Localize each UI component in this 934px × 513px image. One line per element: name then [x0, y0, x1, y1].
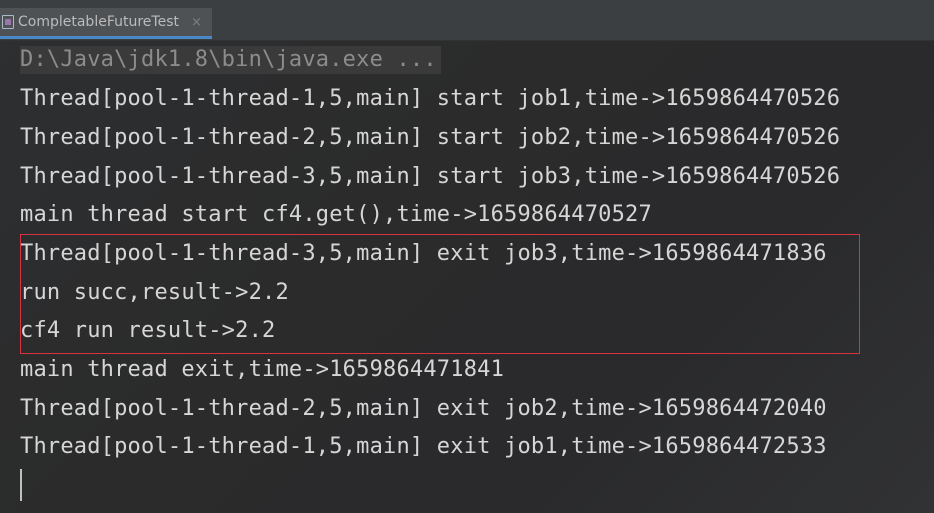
tab-completablefuturetest[interactable]: CompletableFutureTest ×: [0, 8, 212, 39]
output-line: Thread[pool-1-thread-1,5,main] start job…: [20, 86, 841, 111]
console-output[interactable]: D:\Java\jdk1.8\bin\java.exe ... Thread[p…: [0, 41, 934, 513]
output-line: Thread[pool-1-thread-1,5,main] exit job1…: [20, 434, 827, 459]
run-command-line: D:\Java\jdk1.8\bin\java.exe ...: [20, 46, 441, 74]
output-line: Thread[pool-1-thread-3,5,main] start job…: [20, 164, 841, 189]
java-class-icon: [2, 15, 14, 29]
console-window: CompletableFutureTest × D:\Java\jdk1.8\b…: [0, 0, 934, 513]
text-cursor: [20, 469, 22, 501]
output-line: main thread start cf4.get(),time->165986…: [20, 202, 652, 227]
close-icon[interactable]: ×: [191, 15, 202, 30]
tab-bar: CompletableFutureTest ×: [0, 0, 934, 41]
output-line: main thread exit,time->1659864471841: [20, 357, 505, 382]
tab-label: CompletableFutureTest: [18, 14, 179, 30]
output-line: Thread[pool-1-thread-2,5,main] exit job2…: [20, 396, 827, 421]
output-line: Thread[pool-1-thread-2,5,main] start job…: [20, 125, 841, 150]
highlight-annotation-box: [20, 234, 860, 354]
